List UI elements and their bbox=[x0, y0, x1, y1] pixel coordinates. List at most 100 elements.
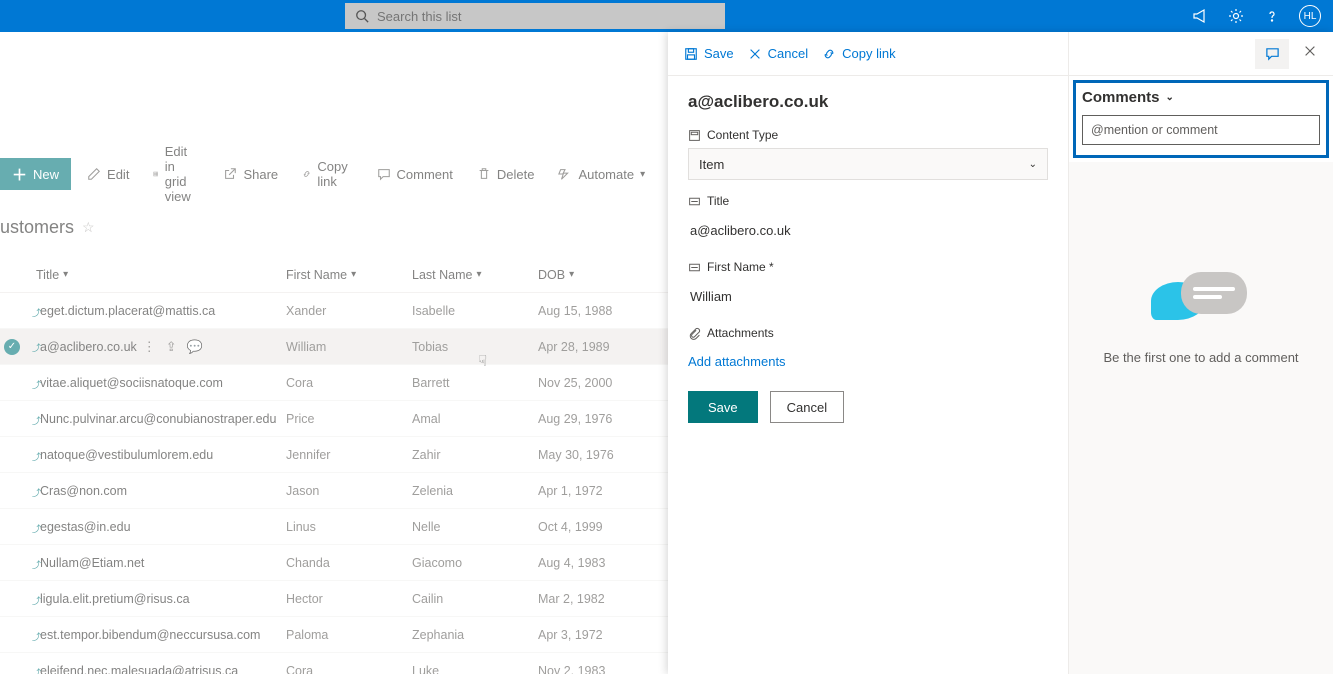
firstname-field-label: First Name * bbox=[688, 260, 1048, 274]
panel-copylink-command[interactable]: Copy link bbox=[822, 46, 895, 61]
title-label-text: Title bbox=[707, 194, 729, 208]
col-last[interactable]: Last Name▾ bbox=[412, 268, 538, 282]
cell-last: Luke bbox=[412, 664, 538, 674]
suite-right: HL bbox=[1191, 5, 1333, 27]
firstname-label-text: First Name * bbox=[707, 260, 774, 274]
panel-save-label: Save bbox=[704, 46, 734, 61]
cell-dob: Aug 4, 1983 bbox=[538, 556, 668, 570]
table-row[interactable]: ⤴vitae.aliquet@sociisnatoque.comCoraBarr… bbox=[0, 365, 668, 401]
firstname-value: William bbox=[690, 289, 732, 304]
row-title[interactable]: ⤴eleifend.nec.malesuada@atrisus.ca bbox=[36, 664, 286, 674]
save-button[interactable]: Save bbox=[688, 391, 758, 423]
selected-check-icon: ✓ bbox=[4, 339, 20, 355]
table-row[interactable]: ⤴Nullam@Etiam.netChandaGiacomoAug 4, 198… bbox=[0, 545, 668, 581]
cell-last: Cailin bbox=[412, 592, 538, 606]
new-button[interactable]: ＋ New bbox=[0, 158, 71, 190]
col-first[interactable]: First Name▾ bbox=[286, 268, 412, 282]
col-dob[interactable]: DOB▾ bbox=[538, 268, 668, 282]
col-first-label: First Name bbox=[286, 268, 347, 282]
comments-illustration-icon bbox=[1151, 272, 1251, 332]
search-input[interactable] bbox=[377, 9, 715, 24]
copylink-command[interactable]: Copy link bbox=[294, 158, 360, 190]
workspace: ＋ New Edit Edit in grid view Share Copy … bbox=[0, 32, 1333, 674]
cancel-button[interactable]: Cancel bbox=[770, 391, 844, 423]
avatar[interactable]: HL bbox=[1299, 5, 1321, 27]
row-title[interactable]: ⤴a@aclibero.co.uk⋮⇪💬 bbox=[36, 339, 286, 355]
comment-command[interactable]: Comment bbox=[369, 158, 461, 190]
list-title: ustomers ☆ bbox=[0, 217, 95, 238]
megaphone-icon[interactable] bbox=[1191, 7, 1209, 25]
cell-dob: Apr 28, 1989 bbox=[538, 340, 668, 354]
flow-marker-icon: ⤴ bbox=[32, 486, 41, 499]
cell-last: Tobias bbox=[412, 340, 538, 354]
edit-grid-command[interactable]: Edit in grid view bbox=[145, 158, 207, 190]
row-title[interactable]: ⤴ligula.elit.pretium@risus.ca bbox=[36, 592, 286, 606]
cell-first: Xander bbox=[286, 304, 412, 318]
panel-command-bar: Save Cancel Copy link bbox=[668, 32, 1068, 76]
flow-marker-icon: ⤴ bbox=[32, 630, 41, 643]
cell-last: Zephania bbox=[412, 628, 538, 642]
close-panel-button[interactable] bbox=[1299, 40, 1321, 67]
table-row[interactable]: ⤴natoque@vestibulumlorem.eduJenniferZahi… bbox=[0, 437, 668, 473]
flow-marker-icon: ⤴ bbox=[32, 414, 41, 427]
cell-dob: Oct 4, 1999 bbox=[538, 520, 668, 534]
contenttype-select[interactable]: Item ⌄ bbox=[688, 148, 1048, 180]
table-row[interactable]: ⤴est.tempor.bibendum@neccursusa.comPalom… bbox=[0, 617, 668, 653]
row-more-icon[interactable]: ⋮ bbox=[143, 339, 156, 355]
col-title[interactable]: Title▾ bbox=[36, 268, 286, 282]
row-title[interactable]: ⤴est.tempor.bibendum@neccursusa.com bbox=[36, 628, 286, 642]
panel-cancel-command[interactable]: Cancel bbox=[748, 46, 808, 61]
share-command[interactable]: Share bbox=[215, 158, 286, 190]
row-title[interactable]: ⤴Cras@non.com bbox=[36, 484, 286, 498]
title-input[interactable]: a@aclibero.co.uk bbox=[688, 214, 1048, 246]
row-title[interactable]: ⤴eget.dictum.placerat@mattis.ca bbox=[36, 304, 286, 318]
cell-first: Chanda bbox=[286, 556, 412, 570]
comments-heading[interactable]: Comments ⌄ bbox=[1082, 89, 1174, 106]
chevron-down-icon: ▾ bbox=[63, 269, 68, 280]
add-attachments-link[interactable]: Add attachments bbox=[688, 354, 786, 369]
row-title[interactable]: ⤴vitae.aliquet@sociisnatoque.com bbox=[36, 376, 286, 390]
command-bar: ＋ New Edit Edit in grid view Share Copy … bbox=[0, 152, 686, 196]
cell-last: Giacomo bbox=[412, 556, 538, 570]
search-box[interactable] bbox=[345, 3, 725, 29]
row-title[interactable]: ⤴natoque@vestibulumlorem.edu bbox=[36, 448, 286, 462]
row-title[interactable]: ⤴Nullam@Etiam.net bbox=[36, 556, 286, 570]
cell-dob: Aug 15, 1988 bbox=[538, 304, 668, 318]
automate-command[interactable]: Automate ▾ bbox=[550, 158, 653, 190]
comment-input[interactable]: @mention or comment bbox=[1082, 115, 1320, 145]
row-title[interactable]: ⤴egestas@in.edu bbox=[36, 520, 286, 534]
help-icon[interactable] bbox=[1263, 7, 1281, 25]
row-share-icon[interactable]: ⇪ bbox=[166, 339, 177, 355]
item-title: a@aclibero.co.uk bbox=[688, 92, 1048, 112]
table-row[interactable]: ⤴Nunc.pulvinar.arcu@conubianostraper.edu… bbox=[0, 401, 668, 437]
contenttype-value: Item bbox=[699, 157, 724, 172]
cell-last: Amal bbox=[412, 412, 538, 426]
cell-dob: Apr 3, 1972 bbox=[538, 628, 668, 642]
chevron-down-icon: ⌄ bbox=[1029, 159, 1037, 170]
gear-icon[interactable] bbox=[1227, 7, 1245, 25]
table-row[interactable]: ⤴egestas@in.eduLinusNelleOct 4, 1999 bbox=[0, 509, 668, 545]
close-icon bbox=[1303, 44, 1317, 58]
share-label: Share bbox=[243, 167, 278, 182]
firstname-input[interactable]: William bbox=[688, 280, 1048, 312]
favorite-star-icon[interactable]: ☆ bbox=[82, 219, 95, 236]
edit-command[interactable]: Edit bbox=[79, 158, 137, 190]
edit-panel: Save Cancel Copy link a@aclibero.co.uk C… bbox=[668, 32, 1333, 674]
table-row[interactable]: ⤴eleifend.nec.malesuada@atrisus.caCoraLu… bbox=[0, 653, 668, 674]
cell-first: William bbox=[286, 340, 412, 354]
panel-save-command[interactable]: Save bbox=[684, 46, 734, 61]
toggle-comments-button[interactable] bbox=[1255, 39, 1289, 69]
comments-highlight-box: Comments ⌄ @mention or comment bbox=[1073, 80, 1329, 158]
cell-dob: Apr 1, 1972 bbox=[538, 484, 668, 498]
text-icon bbox=[688, 261, 701, 274]
row-comment-icon[interactable]: 💬 bbox=[187, 339, 203, 355]
chevron-down-icon: ⌄ bbox=[1166, 92, 1174, 103]
list-grid: Title▾ First Name▾ Last Name▾ DOB▾ ⤴eget… bbox=[0, 257, 668, 674]
table-row[interactable]: ✓⤴a@aclibero.co.uk⋮⇪💬WilliamTobiasApr 28… bbox=[0, 329, 668, 365]
delete-command[interactable]: Delete bbox=[469, 158, 543, 190]
row-title[interactable]: ⤴Nunc.pulvinar.arcu@conubianostraper.edu bbox=[36, 412, 286, 426]
form: a@aclibero.co.uk Content Type Item ⌄ Tit… bbox=[668, 76, 1068, 439]
table-row[interactable]: ⤴Cras@non.comJasonZeleniaApr 1, 1972 bbox=[0, 473, 668, 509]
table-row[interactable]: ⤴ligula.elit.pretium@risus.caHectorCaili… bbox=[0, 581, 668, 617]
table-row[interactable]: ⤴eget.dictum.placerat@mattis.caXanderIsa… bbox=[0, 293, 668, 329]
